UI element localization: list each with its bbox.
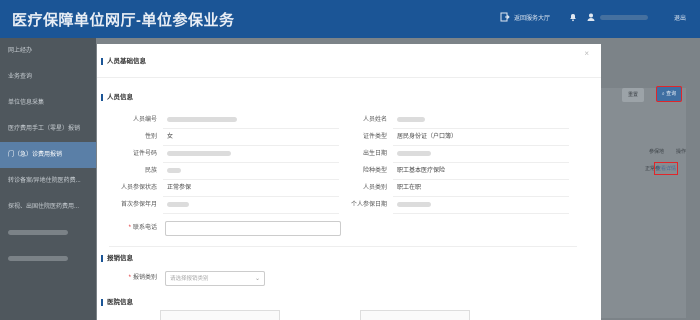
column-header-operation: 操作 [675,149,686,155]
value-person-category: 职工在职 [393,180,569,197]
row-phone: * 联系电话 [109,220,577,237]
value-personal-insured-date [393,197,569,214]
query-button-label: 查询 [666,91,677,97]
sidebar-item-hidden-2[interactable] [0,246,96,272]
row-gender: 性别 女 证件类型 居民身份证（户口簿） [109,129,577,146]
label-cert-no: 证件号码 [132,151,157,157]
sidebar-item-query[interactable]: 业务查询 [0,64,96,90]
modal-title: 人员基础信息 [101,58,146,65]
sidebar-item-unit-info[interactable]: 单位信息采集 [0,90,96,116]
label-nation: 民族 [144,168,157,174]
row-insured-dates: 首次参保年月 个人参保日期 [109,197,577,214]
query-button[interactable]: ⌕ 查询 [656,86,682,102]
sidebar: 网上经办 业务查询 单位信息采集 医疗费用手工（零星）报销 门（急）诊费用报销 … [0,38,96,320]
divider [109,246,577,247]
label-personal-insured-date: 个人参保日期 [350,202,387,208]
view-detail-link[interactable]: 查看详情 [653,162,678,175]
sidebar-item-hidden-1[interactable] [0,220,96,246]
hospital-field-partial[interactable] [160,310,280,320]
label-reimburse-category: * 报销类别 [109,270,157,287]
label-first-insured-date: 首次参保年月 [120,202,157,208]
exit-hall-icon[interactable] [500,12,510,22]
reset-button[interactable]: 重置 [622,88,644,102]
sidebar-item-manual-reimburse[interactable]: 医疗费用手工（零星）报销 [0,116,96,142]
sidebar-item-outpatient[interactable]: 门（急）诊费用报销 [0,142,96,168]
sidebar-item-visit-abroad[interactable]: 探视、出国住院医药费用... [0,194,96,220]
close-icon[interactable]: × [584,49,589,58]
user-icon[interactable] [586,12,596,22]
section-person-title: 人员信息 [101,94,133,101]
label-insured-status: 人员参保状态 [120,185,157,191]
row-reimburse-category: * 报销类别 请选择报销类别 ⌄ [109,270,577,287]
select-placeholder: 请选择报销类别 [170,276,209,282]
label-phone-text: 联系电话 [132,225,157,231]
value-nation [163,163,339,180]
label-insurance-type: 险种类型 [362,168,387,174]
row-person-no: 人员编号 人员姓名 [109,112,577,129]
row-cert-no: 证件号码 出生日期 [109,146,577,163]
label-reimburse-category-text: 报销类别 [132,275,157,281]
required-mark: * [128,275,131,281]
value-insurance-type: 职工基本医疗保险 [393,163,569,180]
label-birth-date: 出生日期 [362,151,387,157]
sidebar-item-online[interactable]: 网上经办 [0,38,96,64]
bell-icon[interactable] [568,12,578,22]
value-cert-no [163,146,339,163]
phone-input[interactable] [165,221,341,236]
modal-header: 人员基础信息 × [97,44,601,78]
label-phone: * 联系电话 [109,220,157,237]
hospital-field-partial-2[interactable] [360,310,470,320]
label-gender: 性别 [144,134,157,140]
section-reimburse-title: 报销信息 [101,255,133,262]
top-bar: 医疗保障单位网厅-单位参保业务 返回服务大厅 退出 [0,0,700,38]
search-icon: ⌕ [661,91,665,97]
username-redacted [599,14,648,20]
section-hospital-title: 医院信息 [101,299,133,306]
value-gender: 女 [163,129,339,146]
column-header-insured: 参保地 [648,149,664,155]
top-right-actions: 返回服务大厅 退出 [496,12,686,22]
reimburse-category-select[interactable]: 请选择报销类别 ⌄ [165,271,265,286]
logout-link[interactable]: 退出 [674,13,686,22]
app-title: 医疗保障单位网厅-单位参保业务 [12,12,235,29]
value-person-no [163,112,339,129]
value-insured-status: 正常参保 [163,180,339,197]
label-cert-type: 证件类型 [362,134,387,140]
label-person-no: 人员编号 [132,117,157,123]
sidebar-item-referral[interactable]: 转诊备案/异地住院医药费... [0,168,96,194]
value-birth-date [393,146,569,163]
person-info-modal: 人员基础信息 × 人员信息 人员编号 人员姓名 性别 女 证件类型 居民身份证（… [97,44,601,320]
required-mark: * [128,225,131,231]
value-cert-type: 居民身份证（户口簿） [393,129,569,146]
chevron-down-icon: ⌄ [254,276,260,282]
return-hall-link[interactable]: 返回服务大厅 [514,13,550,22]
label-person-name: 人员姓名 [362,117,387,123]
row-insured-status: 人员参保状态 正常参保 人员类别 职工在职 [109,180,577,197]
row-nation: 民族 险种类型 职工基本医疗保险 [109,163,577,180]
label-person-category: 人员类别 [362,185,387,191]
value-first-insured-date [163,197,339,214]
value-person-name [393,112,569,129]
